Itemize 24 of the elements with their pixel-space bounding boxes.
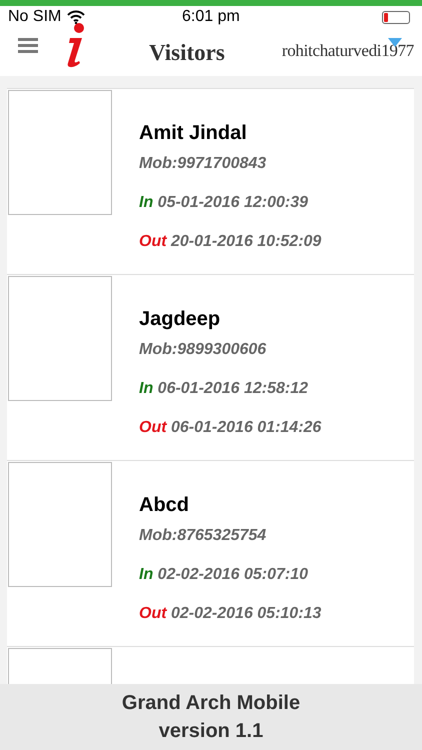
mobile-number: Mob:9971700843 bbox=[139, 154, 268, 174]
menu-icon[interactable] bbox=[18, 38, 38, 54]
visitor-name: Amit Jindal bbox=[139, 121, 248, 146]
check-out-time: Out 02-02-2016 05:10:13 bbox=[139, 604, 322, 624]
visitor-name: Abcd bbox=[139, 493, 190, 518]
page-title: Visitors bbox=[149, 39, 225, 67]
battery-icon bbox=[382, 10, 410, 24]
mobile-number: Mob:8765325754 bbox=[139, 526, 268, 546]
username-text[interactable]: rohitchaturvedi1977 bbox=[282, 41, 414, 60]
visitor-card[interactable]: Amit Jindal Mob:9971700843 In 05-01-2016 12:00:39 Out 20-01-2016 10:52:09 bbox=[7, 88, 414, 274]
check-out-time: Out 20-01-2016 10:52:09 bbox=[139, 232, 322, 252]
carrier-text: No SIM bbox=[8, 7, 62, 27]
visitor-card[interactable]: Jagdeep Mob:9899300606 In 06-01-2016 12:58:12 Out 06-01-2016 01:14:26 bbox=[7, 274, 414, 460]
version-text: version 1.1 bbox=[158, 719, 264, 744]
mobile-number: Mob:9899300606 bbox=[139, 340, 268, 360]
check-in-time: In 06-01-2016 12:58:12 bbox=[139, 379, 309, 399]
check-out-time: Out 06-01-2016 01:14:26 bbox=[139, 418, 322, 438]
check-in-time: In 02-02-2016 05:07:10 bbox=[139, 565, 309, 585]
clock-text: 6:01 pm bbox=[182, 7, 240, 27]
app-name-text: Grand Arch Mobile bbox=[122, 691, 300, 716]
visitor-card[interactable]: Abcd Mob:8765325754 In 02-02-2016 05:07:10 Out 02-02-2016 05:10:13 bbox=[7, 460, 414, 646]
wifi-icon bbox=[67, 10, 86, 24]
check-in-time: In 05-01-2016 12:00:39 bbox=[139, 193, 309, 213]
visitor-name: Jagdeep bbox=[139, 307, 222, 332]
